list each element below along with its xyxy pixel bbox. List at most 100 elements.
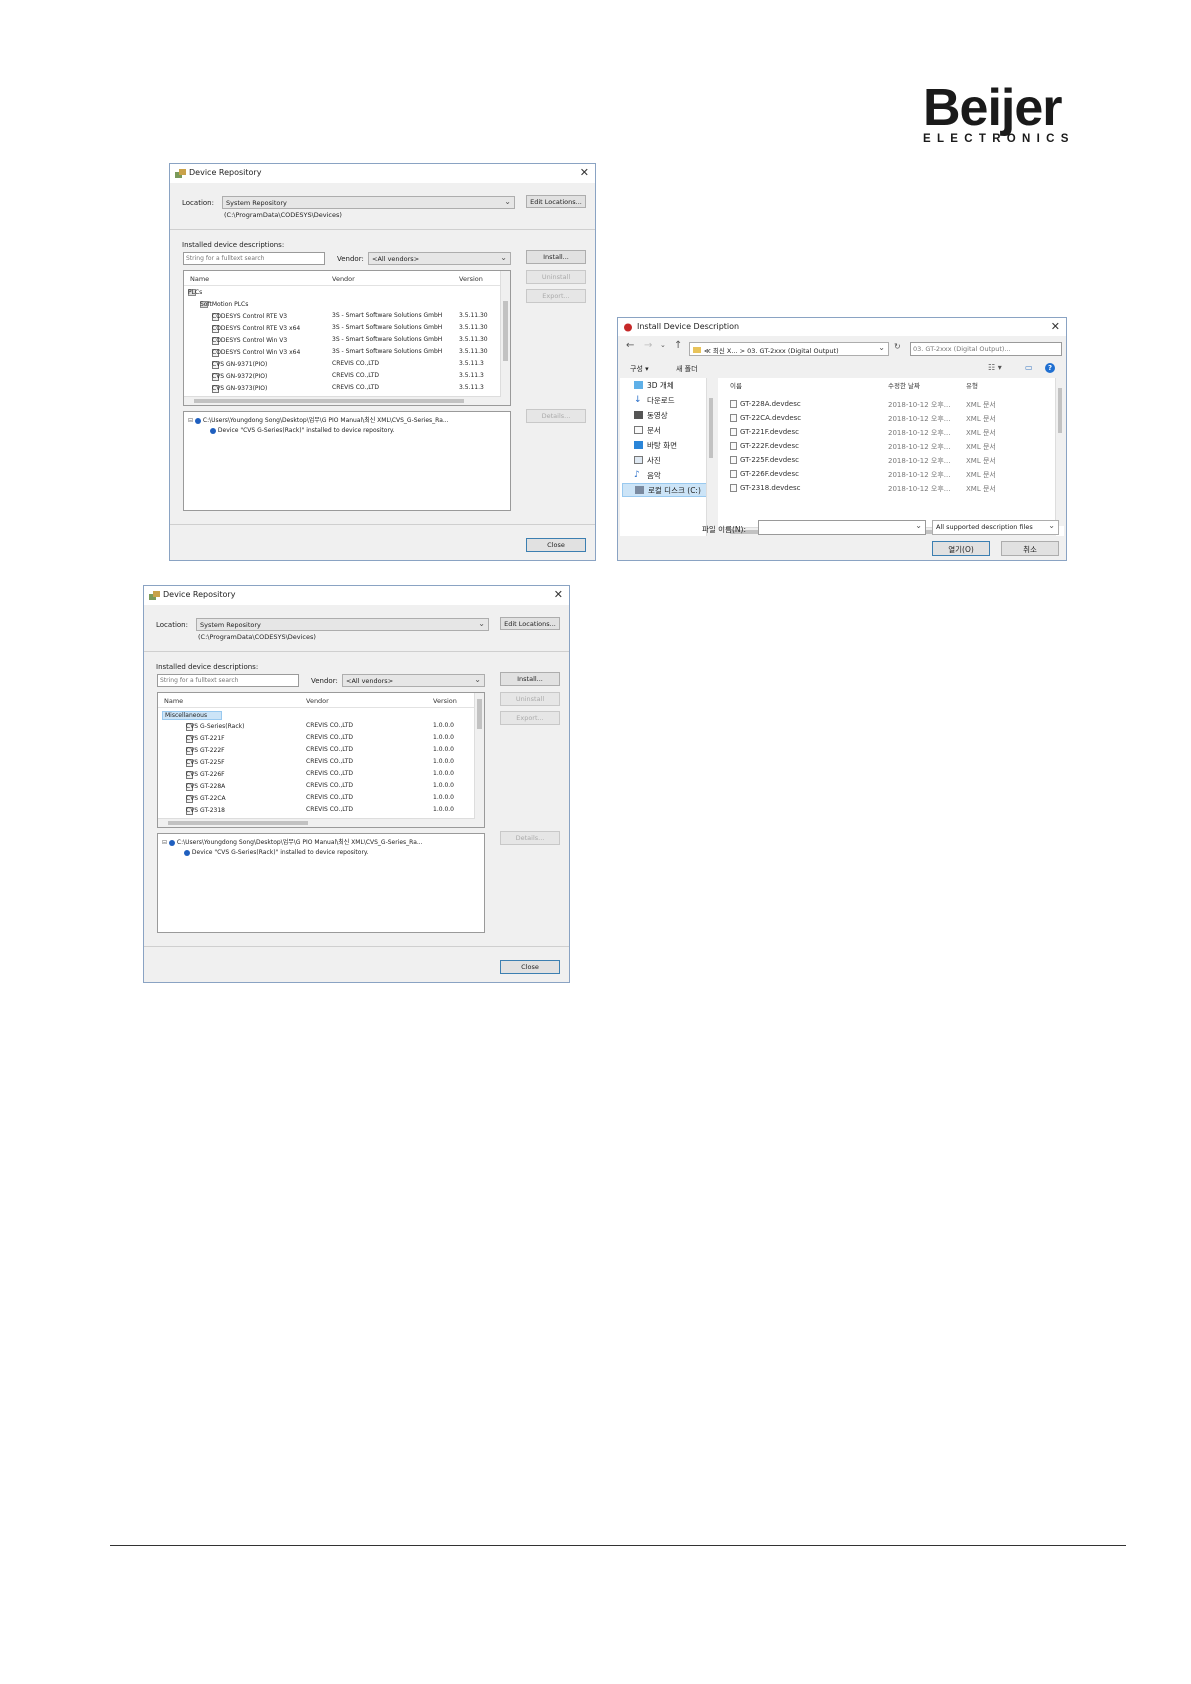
music-icon: ♪ [634, 470, 640, 480]
vendor-select[interactable]: <All vendors> ⌄ [342, 674, 485, 687]
breadcrumb-parent[interactable]: ≪ 최신 X... [704, 347, 738, 355]
export-button[interactable]: Export... [500, 711, 560, 725]
row-name: CVS GT-2318 [186, 807, 225, 814]
view-options-icon[interactable]: ☷ ▾ [988, 363, 1002, 372]
horizontal-scrollbar[interactable] [158, 818, 475, 827]
row-vendor: CREVIS CO.,LTD [306, 758, 354, 765]
nav-item-documents[interactable]: 문서 [634, 423, 661, 437]
tree-row[interactable]: CVS G-Series(Rack) CREVIS CO.,LTD 1.0.0.0 [158, 720, 474, 732]
file-row[interactable]: GT-2318.devdesc 2018-10-12 오후... XML 문서 [718, 482, 1064, 496]
forward-arrow-icon[interactable]: → [644, 340, 652, 351]
row-vendor: CREVIS CO.,LTD [306, 734, 354, 741]
breadcrumb-current[interactable]: 03. GT-2xxx (Digital Output) [747, 347, 838, 355]
file-row[interactable]: GT-225F.devdesc 2018-10-12 오후... XML 문서 [718, 454, 1064, 468]
tree-row[interactable]: CVS GT-2318 CREVIS CO.,LTD 1.0.0.0 [158, 804, 474, 816]
uninstall-button[interactable]: Uninstall [526, 270, 586, 284]
edit-locations-button[interactable]: Edit Locations... [500, 617, 560, 630]
file-name: GT-225F.devdesc [740, 456, 799, 464]
tree-row[interactable]: CODESYS Control RTE V3 x64 3S - Smart Sof… [184, 322, 500, 334]
tree-row[interactable]: CODESYS Control Win V3 3S - Smart Softwar… [184, 334, 500, 346]
tree-row[interactable]: CVS GT-221F CREVIS CO.,LTD 1.0.0.0 [158, 732, 474, 744]
edit-locations-button[interactable]: Edit Locations... [526, 195, 586, 208]
help-icon[interactable]: ? [1045, 363, 1055, 373]
file-row[interactable]: GT-228A.devdesc 2018-10-12 오후... XML 문서 [718, 398, 1064, 412]
nav-item-local-disk[interactable]: 로컬 디스크 (C:) [622, 483, 710, 497]
uninstall-button[interactable]: Uninstall [500, 692, 560, 706]
dialog-title: Device Repository [189, 168, 262, 177]
up-arrow-icon[interactable]: ↑ [674, 340, 682, 351]
row-name: CVS GN-9371(PIO) [212, 361, 268, 368]
tree-row[interactable]: ⊞SoftMotion PLCs [184, 298, 500, 310]
cancel-button[interactable]: 취소 [1001, 541, 1059, 556]
nav-item-label: 다운로드 [647, 395, 675, 405]
file-type-select[interactable]: All supported description files ⌄ [932, 520, 1059, 535]
tree-row[interactable]: CVS GN-9373(PIO) CREVIS CO.,LTD 3.5.11.3 [184, 382, 500, 394]
export-button[interactable]: Export... [526, 289, 586, 303]
file-name: GT-226F.devdesc [740, 470, 799, 478]
close-icon[interactable]: ✕ [1051, 320, 1060, 333]
file-row[interactable]: GT-22CA.devdesc 2018-10-12 오후... XML 문서 [718, 412, 1064, 426]
location-select[interactable]: System Repository ⌄ [222, 196, 515, 209]
search-input[interactable]: String for a fulltext search [183, 252, 325, 265]
preview-pane-icon[interactable]: ▭ [1025, 363, 1033, 372]
horizontal-scrollbar[interactable] [184, 396, 501, 405]
tree-row[interactable]: ⊟Miscellaneous [158, 708, 474, 720]
recent-dropdown-icon[interactable]: ⌄ [660, 341, 666, 349]
back-arrow-icon[interactable]: ← [626, 340, 634, 351]
chevron-down-icon: ⌄ [478, 619, 485, 628]
location-path: (C:\ProgramData\CODESYS\Devices) [224, 211, 342, 219]
tree-row[interactable]: CODESYS Control Win V3 x64 3S - Smart Sof… [184, 346, 500, 358]
log-message: Device "CVS G-Series(Rack)" installed to… [191, 849, 369, 856]
address-bar[interactable]: ≪ 최신 X... > 03. GT-2xxx (Digital Output)… [689, 342, 889, 356]
close-icon[interactable]: ✕ [554, 588, 563, 601]
file-row[interactable]: GT-221F.devdesc 2018-10-12 오후... XML 문서 [718, 426, 1064, 440]
details-button[interactable]: Details... [526, 409, 586, 423]
folder-search-input[interactable]: 03. GT-2xxx (Digital Output)... [910, 342, 1062, 356]
vendor-label: Vendor: [311, 677, 338, 685]
install-button[interactable]: Install... [526, 250, 586, 264]
location-select[interactable]: System Repository ⌄ [196, 618, 489, 631]
file-name: GT-228A.devdesc [740, 400, 801, 408]
close-icon[interactable]: ✕ [580, 166, 589, 179]
file-list[interactable]: 이름 수정한 날짜 유형 GT-228A.devdesc 2018-10-12 오… [718, 378, 1064, 536]
device-tree-grid[interactable]: Name Vendor Version ⊟Miscellaneous CVS G… [157, 692, 485, 828]
organize-menu[interactable]: 구성 ▾ [630, 364, 649, 374]
row-name: CVS GT-221F [186, 735, 225, 742]
file-icon [730, 414, 737, 422]
file-row[interactable]: GT-222F.devdesc 2018-10-12 오후... XML 문서 [718, 440, 1064, 454]
tree-row[interactable]: CVS GN-9372(PIO) CREVIS CO.,LTD 3.5.11.3 [184, 370, 500, 382]
nav-item-3d-objects[interactable]: 3D 개체 [634, 378, 674, 392]
nav-item-desktop[interactable]: 바탕 화면 [634, 438, 677, 452]
vertical-scrollbar[interactable] [474, 693, 484, 827]
new-folder-button[interactable]: 새 폴더 [676, 364, 698, 374]
navigation-pane[interactable]: 3D 개체 ↓ 다운로드 동영상 문서 바탕 화면 사진 ♪ 음악 로컬 디스크 (… [620, 378, 715, 536]
nav-item-downloads[interactable]: ↓ 다운로드 [634, 393, 675, 407]
install-button[interactable]: Install... [500, 672, 560, 686]
refresh-icon[interactable]: ↻ [894, 342, 901, 351]
vendor-select[interactable]: <All vendors> ⌄ [368, 252, 511, 265]
tree-row[interactable]: CVS GT-228A CREVIS CO.,LTD 1.0.0.0 [158, 780, 474, 792]
nav-item-pictures[interactable]: 사진 [634, 453, 661, 467]
tree-row[interactable]: CVS GT-22CA CREVIS CO.,LTD 1.0.0.0 [158, 792, 474, 804]
details-button[interactable]: Details... [500, 831, 560, 845]
row-name: CODESYS Control RTE V3 x64 [212, 325, 301, 332]
navigation-scrollbar[interactable] [706, 378, 715, 536]
vertical-scrollbar[interactable] [1055, 378, 1064, 526]
close-button[interactable]: Close [526, 538, 586, 552]
tree-row[interactable]: CVS GN-9371(PIO) CREVIS CO.,LTD 3.5.11.3 [184, 358, 500, 370]
tree-row[interactable]: CVS GT-222F CREVIS CO.,LTD 1.0.0.0 [158, 744, 474, 756]
tree-row[interactable]: CODESYS Control RTE V3 3S - Smart Softwar… [184, 310, 500, 322]
filename-input[interactable]: ⌄ [758, 520, 926, 535]
file-row[interactable]: GT-226F.devdesc 2018-10-12 오후... XML 문서 [718, 468, 1064, 482]
search-input[interactable]: String for a fulltext search [157, 674, 299, 687]
tree-row[interactable]: CVS GT-225F CREVIS CO.,LTD 1.0.0.0 [158, 756, 474, 768]
tree-row[interactable]: ⊟PLCs [184, 286, 500, 298]
tree-row[interactable]: CVS GT-226F CREVIS CO.,LTD 1.0.0.0 [158, 768, 474, 780]
row-name: CVS GN-9372(PIO) [212, 373, 268, 380]
open-button[interactable]: 열기(O) [932, 541, 990, 556]
close-button[interactable]: Close [500, 960, 560, 974]
nav-item-music[interactable]: ♪ 음악 [634, 468, 661, 482]
nav-item-videos[interactable]: 동영상 [634, 408, 668, 422]
vertical-scrollbar[interactable] [500, 271, 510, 405]
device-tree-grid[interactable]: Name Vendor Version ⊟PLCs ⊞SoftMotion PL… [183, 270, 511, 406]
